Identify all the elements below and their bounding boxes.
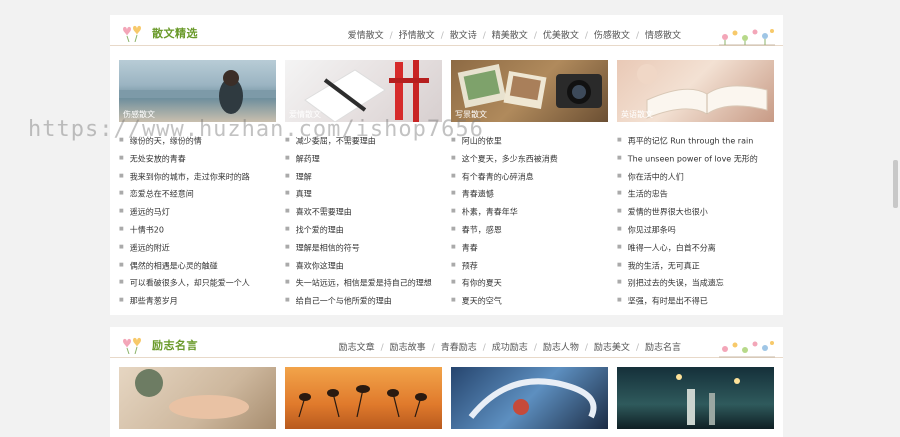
tab-prose-poem[interactable]: 散文诗 <box>450 31 477 41</box>
card-label: 英语散文 <box>621 110 653 119</box>
feature-card-hands[interactable] <box>119 367 276 429</box>
article-link[interactable]: 朴素，青春年华 <box>451 203 611 221</box>
night-street-image <box>676 374 740 425</box>
article-link[interactable]: 喜欢不需要理由 <box>285 203 445 221</box>
flower-decoration-icon <box>719 29 775 46</box>
article-link[interactable]: 你在活中的人们 <box>617 168 777 186</box>
article-link[interactable]: 给自己一个与他所爱的理由 <box>285 292 445 310</box>
tab-beautiful-essay[interactable]: 优美散文 <box>543 31 579 41</box>
tab-youth-motivation[interactable]: 青春励志 <box>441 343 477 353</box>
article-link[interactable]: 这个夏天，多少东西被消费 <box>451 150 611 168</box>
article-link[interactable]: 喜欢你这理由 <box>285 257 445 275</box>
article-link[interactable]: 偶然的相遇是心灵的触碰 <box>119 257 279 275</box>
tab-lyric-essay[interactable]: 抒情散文 <box>399 31 435 41</box>
tab-motivation-quotes[interactable]: 励志名言 <box>645 343 681 353</box>
article-link[interactable]: 生活的忠告 <box>617 185 777 203</box>
article-link[interactable]: 遥远的附近 <box>119 239 279 257</box>
article-link[interactable]: 遥远的马灯 <box>119 203 279 221</box>
article-link[interactable]: 恋爱总在不经意间 <box>119 185 279 203</box>
article-link[interactable]: 我的生活，无可真正 <box>617 257 777 275</box>
ants-image <box>298 385 427 418</box>
tab-success-motivation[interactable]: 成功励志 <box>492 343 528 353</box>
feature-card-love-essay[interactable]: 爱情散文 <box>285 60 442 122</box>
heart-flower-icon <box>123 25 141 42</box>
feature-card-ants[interactable] <box>285 367 442 429</box>
scrollbar-thumb[interactable] <box>893 160 898 208</box>
article-link[interactable]: 别把过去的失误，当成遗忘 <box>617 274 777 292</box>
article-column-4: 再平的记忆 Run through the rain The unseen po… <box>617 132 777 310</box>
article-link[interactable]: 有你的夏天 <box>451 274 611 292</box>
article-link[interactable]: 找个爱的理由 <box>285 221 445 239</box>
article-link[interactable]: 唯得一人心，白首不分离 <box>617 239 777 257</box>
feature-card-sad-essay[interactable]: 伤感散文 <box>119 60 276 122</box>
article-link[interactable]: 我来到你的城市，走过你来时的路 <box>119 168 279 186</box>
article-link[interactable]: The unseen power of love 无形的 <box>617 150 777 168</box>
article-link[interactable]: 可以看破很多人，却只能爱一个人 <box>119 274 279 292</box>
featured-cards <box>119 367 774 429</box>
flower-decoration-icon <box>719 341 775 358</box>
section-header: 散文精选 爱情散文 / 抒情散文 / 散文诗 / 精美散文 / 优美散文 / 伤感散文 / 情感散文 <box>110 15 783 46</box>
article-link[interactable]: 真理 <box>285 185 445 203</box>
article-link[interactable]: 青春遗憾 <box>451 185 611 203</box>
section-header: 励志名言 励志文章 / 励志故事 / 青春励志 / 成功励志 / 励志人物 / 励志美文 / 励志名言 <box>110 327 783 358</box>
hands-image <box>135 369 249 419</box>
article-column-3: 阿山的依里 这个夏天，多少东西被消费 有个春青的心碎消息 青春遗憾 朴素，青春年… <box>451 132 611 310</box>
section-title: 励志名言 <box>152 339 198 352</box>
article-link[interactable]: 有个春青的心碎消息 <box>451 168 611 186</box>
tab-sad-essay[interactable]: 伤感散文 <box>594 31 630 41</box>
article-link[interactable]: 坚强，有时是出不得已 <box>617 292 777 310</box>
feature-card-swirl[interactable] <box>451 367 608 429</box>
article-link[interactable]: 再平的记忆 Run through the rain <box>617 132 777 150</box>
article-link[interactable]: 爱情的世界很大也很小 <box>617 203 777 221</box>
article-link[interactable]: 夏天的空气 <box>451 292 611 310</box>
article-link[interactable]: 理解 <box>285 168 445 186</box>
article-link[interactable]: 理解是相信的符号 <box>285 239 445 257</box>
heart-flower-icon <box>123 337 141 354</box>
motivation-section-panel: 励志名言 励志文章 / 励志故事 / 青春励志 / 成功励志 / 励志人物 / 励志美文 / 励志名言 <box>110 327 783 437</box>
article-link[interactable]: 十情书20 <box>119 221 279 239</box>
tab-motivation-article[interactable]: 励志文章 <box>339 343 375 353</box>
feature-card-night[interactable] <box>617 367 774 429</box>
article-link[interactable]: 无处安放的青春 <box>119 150 279 168</box>
section-tabs: 励志文章 / 励志故事 / 青春励志 / 成功励志 / 励志人物 / 励志美文 / 励志名言 <box>338 343 681 353</box>
tab-fine-essay[interactable]: 精美散文 <box>492 31 528 41</box>
article-column-2: 减少委屈，不需要理由 解药理 理解 真理 喜欢不需要理由 找个爱的理由 理解是相… <box>285 132 445 310</box>
featured-cards: 伤感散文 爱情散文 写景散文 英语散文 <box>119 60 774 122</box>
section-tabs: 爱情散文 / 抒情散文 / 散文诗 / 精美散文 / 优美散文 / 伤感散文 / 情感散文 <box>347 31 681 41</box>
swirl-image <box>468 378 597 419</box>
article-link[interactable]: 预荐 <box>451 257 611 275</box>
article-link[interactable]: 春节，感恩 <box>451 221 611 239</box>
article-column-1: 缘份的天，缘份的情 无处安放的青春 我来到你的城市，走过你来时的路 恋爱总在不经… <box>119 132 279 310</box>
essay-section-panel: 散文精选 爱情散文 / 抒情散文 / 散文诗 / 精美散文 / 优美散文 / 伤感散文 / 情感散文 伤… <box>110 15 783 315</box>
article-link[interactable]: 解药理 <box>285 150 445 168</box>
tab-motivation-people[interactable]: 励志人物 <box>543 343 579 353</box>
feature-card-english-essay[interactable]: 英语散文 <box>617 60 774 122</box>
tab-love-essay[interactable]: 爱情散文 <box>348 31 384 41</box>
watermark-text: https://www.huzhan.com/ishop7656 <box>28 117 484 142</box>
tab-motivation-story[interactable]: 励志故事 <box>390 343 426 353</box>
article-link[interactable]: 你见过那条吗 <box>617 221 777 239</box>
feature-card-scenery-essay[interactable]: 写景散文 <box>451 60 608 122</box>
tab-motivation-essay[interactable]: 励志美文 <box>594 343 630 353</box>
article-link[interactable]: 青春 <box>451 239 611 257</box>
article-link[interactable]: 那些青葱岁月 <box>119 292 279 310</box>
tab-emotion-essay[interactable]: 情感散文 <box>645 31 681 41</box>
article-link[interactable]: 失一站远远，相信是爱是持自己的理想 <box>285 274 445 292</box>
section-title: 散文精选 <box>152 27 198 40</box>
